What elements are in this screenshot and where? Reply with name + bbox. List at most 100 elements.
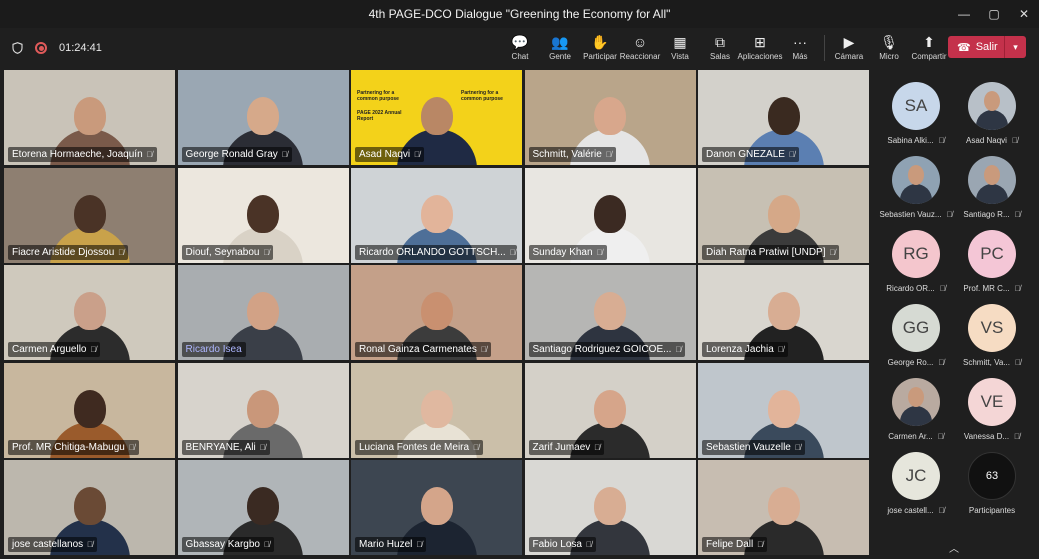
meeting-timer: 01:24:41: [59, 42, 102, 54]
mic-off-icon: 🎙̸: [829, 247, 836, 257]
mic-off-icon: 🎙̸: [1014, 358, 1021, 367]
toolbar-salas-button[interactable]: ⧉ Salas: [700, 28, 740, 68]
video-tile[interactable]: Lorenza Jachia 🎙̸: [698, 265, 869, 360]
toolbar-label: Gente: [549, 52, 571, 61]
video-tile[interactable]: Zarif Jumaev 🎙̸: [524, 362, 696, 458]
grid-view-icon: ▦: [673, 34, 687, 50]
person-head: [73, 194, 106, 233]
video-tile[interactable]: Fiacre Aristide Djossou 🎙̸: [4, 167, 175, 263]
participant-name-label: Etorena Hormaeche, Joaquín 🎙̸: [8, 147, 157, 162]
video-tile[interactable]: Felipe Dall 🎙̸: [698, 460, 869, 555]
mic-off-icon: 🎙̸: [585, 540, 592, 549]
video-tile[interactable]: Partnering for a common purpose PAGE 2022…: [351, 70, 522, 165]
avatar-photo-head: [984, 165, 1000, 185]
person-head: [73, 97, 106, 135]
person-head: [420, 194, 453, 233]
video-tile[interactable]: Etorena Hormaeche, Joaquín 🎙̸: [4, 70, 175, 165]
video-tile[interactable]: Fabio Losa 🎙̸: [524, 460, 696, 555]
toolbar-cámara-button[interactable]: ▶ Cámara: [829, 28, 869, 68]
avatar-photo-body: [976, 184, 1008, 204]
video-tile[interactable]: Danon GNEZALE 🎙̸: [698, 70, 869, 165]
toolbar-reaccionar-button[interactable]: ☺ Reaccionar: [620, 28, 660, 68]
avatar-initials: JC: [905, 466, 927, 485]
avatar: [892, 378, 940, 426]
toolbar-chat-button[interactable]: 💬 Chat: [500, 28, 540, 68]
video-tile[interactable]: Ronal Gainza Carmenates 🎙̸: [351, 265, 522, 360]
participant-avatar-item[interactable]: JC jose castell... 🎙̸: [876, 452, 956, 527]
video-tile[interactable]: Prof. MR Chitiga-Mabugu 🎙̸: [4, 362, 175, 458]
participant-avatar-item[interactable]: SA Sabina Alki... 🎙̸: [876, 82, 956, 157]
leave-button[interactable]: ☎ Salir ▾: [948, 36, 1026, 58]
video-tile[interactable]: jose castellanos 🎙̸: [4, 460, 175, 555]
participant-avatar-item[interactable]: Santiago R... 🎙̸: [952, 156, 1032, 231]
participant-name: Felipe Dall: [706, 539, 754, 550]
toolbar-compartir-button[interactable]: ⬆ Compartir: [909, 28, 949, 68]
participant-name-label: Danon GNEZALE 🎙̸: [702, 147, 799, 162]
toolbar-más-button[interactable]: ··· Más: [780, 28, 820, 68]
participant-name: Etorena Hormaeche, Joaquín: [12, 149, 143, 160]
maximize-icon[interactable]: ▢: [979, 0, 1009, 28]
video-tile[interactable]: Ricardo Isea: [177, 265, 349, 360]
participant-rail-label: Ricardo OR... 🎙̸: [886, 284, 945, 293]
participant-count[interactable]: 63 Participantes: [952, 452, 1032, 527]
participant-name-label: Ronal Gainza Carmenates 🎙̸: [355, 342, 491, 357]
person-head: [420, 389, 453, 428]
video-tile[interactable]: Luciana Fontes de Meira 🎙̸: [351, 362, 522, 458]
video-tile[interactable]: Santiago Rodriguez GOICOE... 🎙̸: [524, 265, 696, 360]
participant-avatar-item[interactable]: Sebastien Vauz... 🎙̸: [876, 156, 956, 231]
toolbar-micro-button[interactable]: 🎙 Micro: [869, 28, 909, 68]
video-tile[interactable]: Carmen Arguello 🎙̸: [4, 265, 175, 360]
leave-label-group[interactable]: ☎ Salir: [948, 41, 1004, 54]
toolbar-label: Chat: [511, 52, 529, 61]
participant-avatar-item[interactable]: PC Prof. MR C... 🎙̸: [952, 230, 1032, 305]
video-tile[interactable]: Sunday Khan 🎙̸: [524, 167, 696, 263]
person-head: [594, 292, 626, 330]
participant-name: Luciana Fontes de Meira: [359, 441, 470, 453]
minimize-icon[interactable]: —: [949, 0, 979, 28]
participant-name-label: Sebastien Vauzelle 🎙̸: [702, 439, 805, 455]
video-tile[interactable]: Gbassay Kargbo 🎙̸: [177, 460, 349, 555]
mic-off-icon: 🎙̸: [87, 540, 94, 549]
video-tile[interactable]: BENRYANE, Ali 🎙̸: [177, 362, 349, 458]
participant-name: Lorenza Jachia: [706, 344, 774, 355]
chevron-down-icon[interactable]: ▾: [1004, 36, 1026, 58]
video-tile[interactable]: Sebastien Vauzelle 🎙̸: [698, 362, 869, 458]
participant-name-label: Sunday Khan 🎙̸: [528, 244, 607, 260]
participant-avatar-item[interactable]: VE Vanessa D... 🎙̸: [952, 378, 1032, 453]
participant-rail-name: Vanessa D...: [963, 432, 1010, 441]
participant-avatar-item[interactable]: Asad Naqvi 🎙̸: [952, 82, 1032, 157]
participant-avatar-item[interactable]: GG George Ro... 🎙̸: [876, 304, 956, 379]
avatar-initials: SA: [904, 96, 928, 115]
toolbar-participar-button[interactable]: ✋ Participar: [580, 28, 620, 68]
video-tile[interactable]: Mario Huzel 🎙̸: [351, 460, 522, 555]
person-head: [420, 487, 453, 525]
toolbar-vista-button[interactable]: ▦ Vista: [660, 28, 700, 68]
participant-name: George Ronald Gray: [185, 149, 278, 160]
participant-avatar-item[interactable]: RG Ricardo OR... 🎙̸: [876, 230, 956, 305]
mic-off-icon: 🎙̸: [757, 540, 764, 549]
person-head: [247, 487, 279, 525]
toolbar-gente-button[interactable]: 👥 Gente: [540, 28, 580, 68]
person-head: [594, 389, 626, 428]
close-icon[interactable]: ✕: [1009, 0, 1039, 28]
video-tile[interactable]: Schmitt, Valérie 🎙̸: [524, 70, 696, 165]
avatar-initials: GG: [902, 318, 930, 337]
video-tile[interactable]: Diah Ratna Pratiwi [UNDP] 🎙̸: [698, 167, 869, 263]
participant-name: Carmen Arguello: [12, 344, 87, 355]
window-controls: — ▢ ✕: [949, 0, 1039, 28]
toolbar-divider: [824, 35, 825, 61]
person-head: [767, 389, 800, 428]
video-tile[interactable]: Ricardo ORLANDO GOTTSCH... 🎙̸: [351, 167, 522, 263]
participant-name-label: Felipe Dall 🎙̸: [702, 537, 768, 552]
toolbar-label: Compartir: [911, 52, 947, 61]
participant-avatar-item[interactable]: Carmen Ar... 🎙̸: [876, 378, 956, 453]
participant-name-label: Asad Naqvi 🎙̸: [355, 147, 425, 162]
participant-avatar-item[interactable]: VS Schmitt, Va... 🎙̸: [952, 304, 1032, 379]
participant-rail-name: Participantes: [968, 506, 1016, 515]
video-tile[interactable]: George Ronald Gray 🎙̸: [177, 70, 349, 165]
raise-hand-icon: ✋: [591, 34, 609, 50]
toolbar-aplicaciones-button[interactable]: ⊞ Aplicaciones: [738, 28, 783, 68]
participant-rail-label: Vanessa D... 🎙̸: [964, 432, 1020, 441]
video-tile[interactable]: Diouf, Seynabou 🎙̸: [177, 167, 349, 263]
chevron-up-icon[interactable]: ︿: [946, 540, 962, 555]
